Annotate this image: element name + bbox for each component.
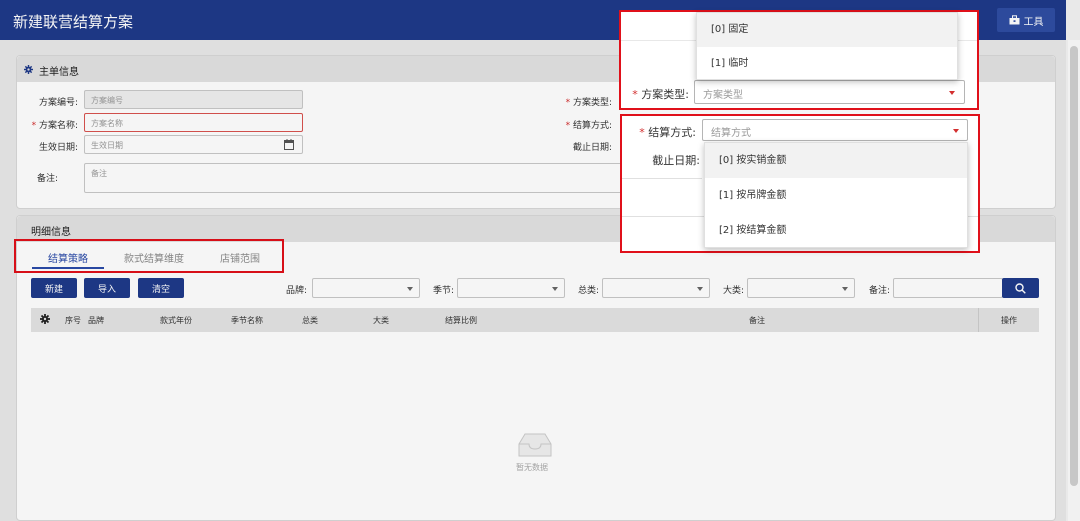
brand-filter-label: 品牌:: [285, 286, 307, 296]
scheme-no-input: 方案编号: [84, 90, 303, 109]
settle-method-dropdown: [0] 按实销金额 [1] 按吊牌金额 [2] 按结算金额: [704, 142, 968, 248]
import-button[interactable]: 导入: [84, 278, 130, 298]
scheme-name-input[interactable]: 方案名称: [84, 113, 303, 132]
popup-end-date-label: 截止日期:: [652, 154, 700, 167]
remark-filter-input[interactable]: [893, 278, 1003, 298]
col-style-year: 款式年份: [160, 316, 192, 325]
scheme-type-option-temp[interactable]: [1] 临时: [697, 47, 957, 81]
major-filter-select[interactable]: [747, 278, 855, 298]
settle-option-tag-amount[interactable]: [1] 按吊牌金额: [705, 178, 967, 213]
scheme-name-label: * 方案名称:: [31, 121, 78, 131]
scheme-type-label: * 方案类型:: [565, 98, 612, 108]
empty-inbox-icon: [518, 433, 552, 457]
clear-button[interactable]: 清空: [138, 278, 184, 298]
grid-header: 序号 品牌 款式年份 季节名称 总类 大类 结算比例 备注 操作: [31, 308, 1039, 332]
scheme-type-dropdown: [0] 固定 [1] 临时: [696, 12, 958, 80]
col-major: 大类: [373, 316, 389, 325]
settle-option-settle-amount[interactable]: [2] 按结算金额: [705, 213, 967, 248]
popup-divider: [622, 178, 702, 179]
chevron-down-icon: [953, 129, 959, 133]
tool-label: 工具: [1023, 16, 1044, 28]
remark-filter-label: 备注:: [868, 286, 890, 296]
season-filter-select[interactable]: [457, 278, 565, 298]
column-settings-gear-icon[interactable]: [40, 314, 50, 324]
remark-label: 备注:: [36, 174, 58, 184]
effective-date-input[interactable]: 生效日期: [84, 135, 303, 154]
scheme-type-placeholder: 方案类型: [703, 90, 743, 101]
settle-method-select[interactable]: 结算方式: [702, 119, 968, 141]
column-divider: [978, 308, 979, 332]
highlight-scheme-type-popup: * 方案类型: 方案类型 [0] 固定 [1] 临时: [619, 10, 979, 110]
page-scrollbar[interactable]: [1068, 40, 1080, 521]
major-filter-label: 大类:: [722, 286, 744, 296]
settle-method-label: * 结算方式:: [565, 121, 612, 131]
search-icon: [1015, 282, 1026, 294]
toolbox-icon: [1009, 15, 1019, 25]
col-category: 总类: [302, 316, 318, 325]
scheme-type-option-fixed[interactable]: [0] 固定: [697, 13, 957, 47]
new-button[interactable]: 新建: [31, 278, 77, 298]
settle-method-placeholder: 结算方式: [711, 128, 751, 139]
effective-date-label: 生效日期:: [38, 143, 78, 153]
search-button[interactable]: [1002, 278, 1039, 298]
highlight-settle-method-popup: * 结算方式: 结算方式 截止日期: [0] 按实销金额 [1] 按吊牌金额 […: [620, 114, 980, 253]
end-date-label: 截止日期:: [572, 143, 612, 153]
chevron-down-icon: [842, 287, 848, 291]
col-remark: 备注: [749, 316, 765, 325]
scrollbar-thumb[interactable]: [1070, 46, 1078, 486]
main-info-title: 主单信息: [39, 67, 79, 78]
popup-scheme-type-label: * 方案类型:: [632, 88, 689, 101]
effective-date-placeholder: 生效日期: [91, 141, 123, 150]
category-filter-select[interactable]: [602, 278, 710, 298]
scheme-no-label: 方案编号:: [38, 98, 78, 108]
chevron-down-icon: [552, 287, 558, 291]
col-brand: 品牌: [88, 316, 104, 325]
col-index: 序号: [65, 316, 81, 325]
tool-button[interactable]: 工具: [997, 8, 1055, 32]
brand-filter-select[interactable]: [312, 278, 420, 298]
col-season-name: 季节名称: [231, 316, 263, 325]
season-filter-label: 季节:: [432, 286, 454, 296]
highlight-tabs-box: [14, 239, 284, 273]
empty-state-text: 暂无数据: [516, 463, 548, 472]
remark-input[interactable]: 备注: [84, 163, 644, 193]
category-filter-label: 总类:: [577, 286, 599, 296]
calendar-icon[interactable]: [284, 139, 294, 150]
chevron-down-icon: [697, 287, 703, 291]
detail-title: 明细信息: [31, 227, 71, 238]
col-settle-ratio: 结算比例: [445, 316, 477, 325]
gear-icon: [24, 65, 33, 74]
chevron-down-icon: [949, 91, 955, 95]
col-actions: 操作: [1001, 316, 1017, 325]
chevron-down-icon: [407, 287, 413, 291]
popup-settle-method-label: * 结算方式:: [639, 126, 696, 139]
page-title: 新建联营结算方案: [13, 13, 134, 31]
scheme-type-select[interactable]: 方案类型: [694, 80, 965, 104]
settle-option-actual-sales[interactable]: [0] 按实销金额: [705, 143, 967, 178]
